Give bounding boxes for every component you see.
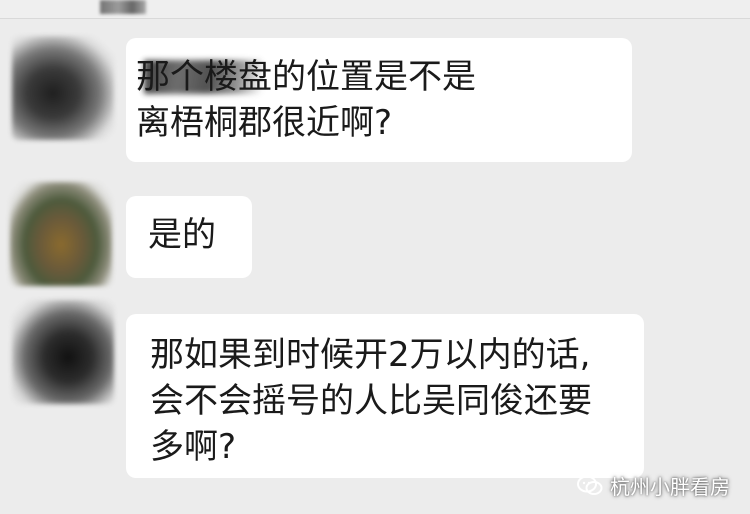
message-bubble[interactable]: 那如果到时候开2万以内的话, 会不会摇号的人比吴同俊还要 多啊? [126,314,644,478]
message-text: 是的 [148,215,216,255]
avatar[interactable] [10,182,112,286]
message-text: 那如果到时候开2万以内的话, 会不会摇号的人比吴同俊还要 多啊? [150,335,592,467]
watermark-text: 杭州小胖看房 [610,475,730,499]
message-bubble[interactable]: 那个楼盘的位置是不是 离梧桐郡很近啊? [126,38,632,162]
avatar[interactable] [12,36,114,140]
avatar[interactable] [12,300,114,404]
message-bubble[interactable]: 是的 [126,196,252,278]
redacted-scribble [100,0,146,14]
message-text: 那个楼盘的位置是不是 离梧桐郡很近啊? [136,57,476,143]
wechat-icon [577,475,603,495]
watermark: 杭州小胖看房 [576,471,730,500]
